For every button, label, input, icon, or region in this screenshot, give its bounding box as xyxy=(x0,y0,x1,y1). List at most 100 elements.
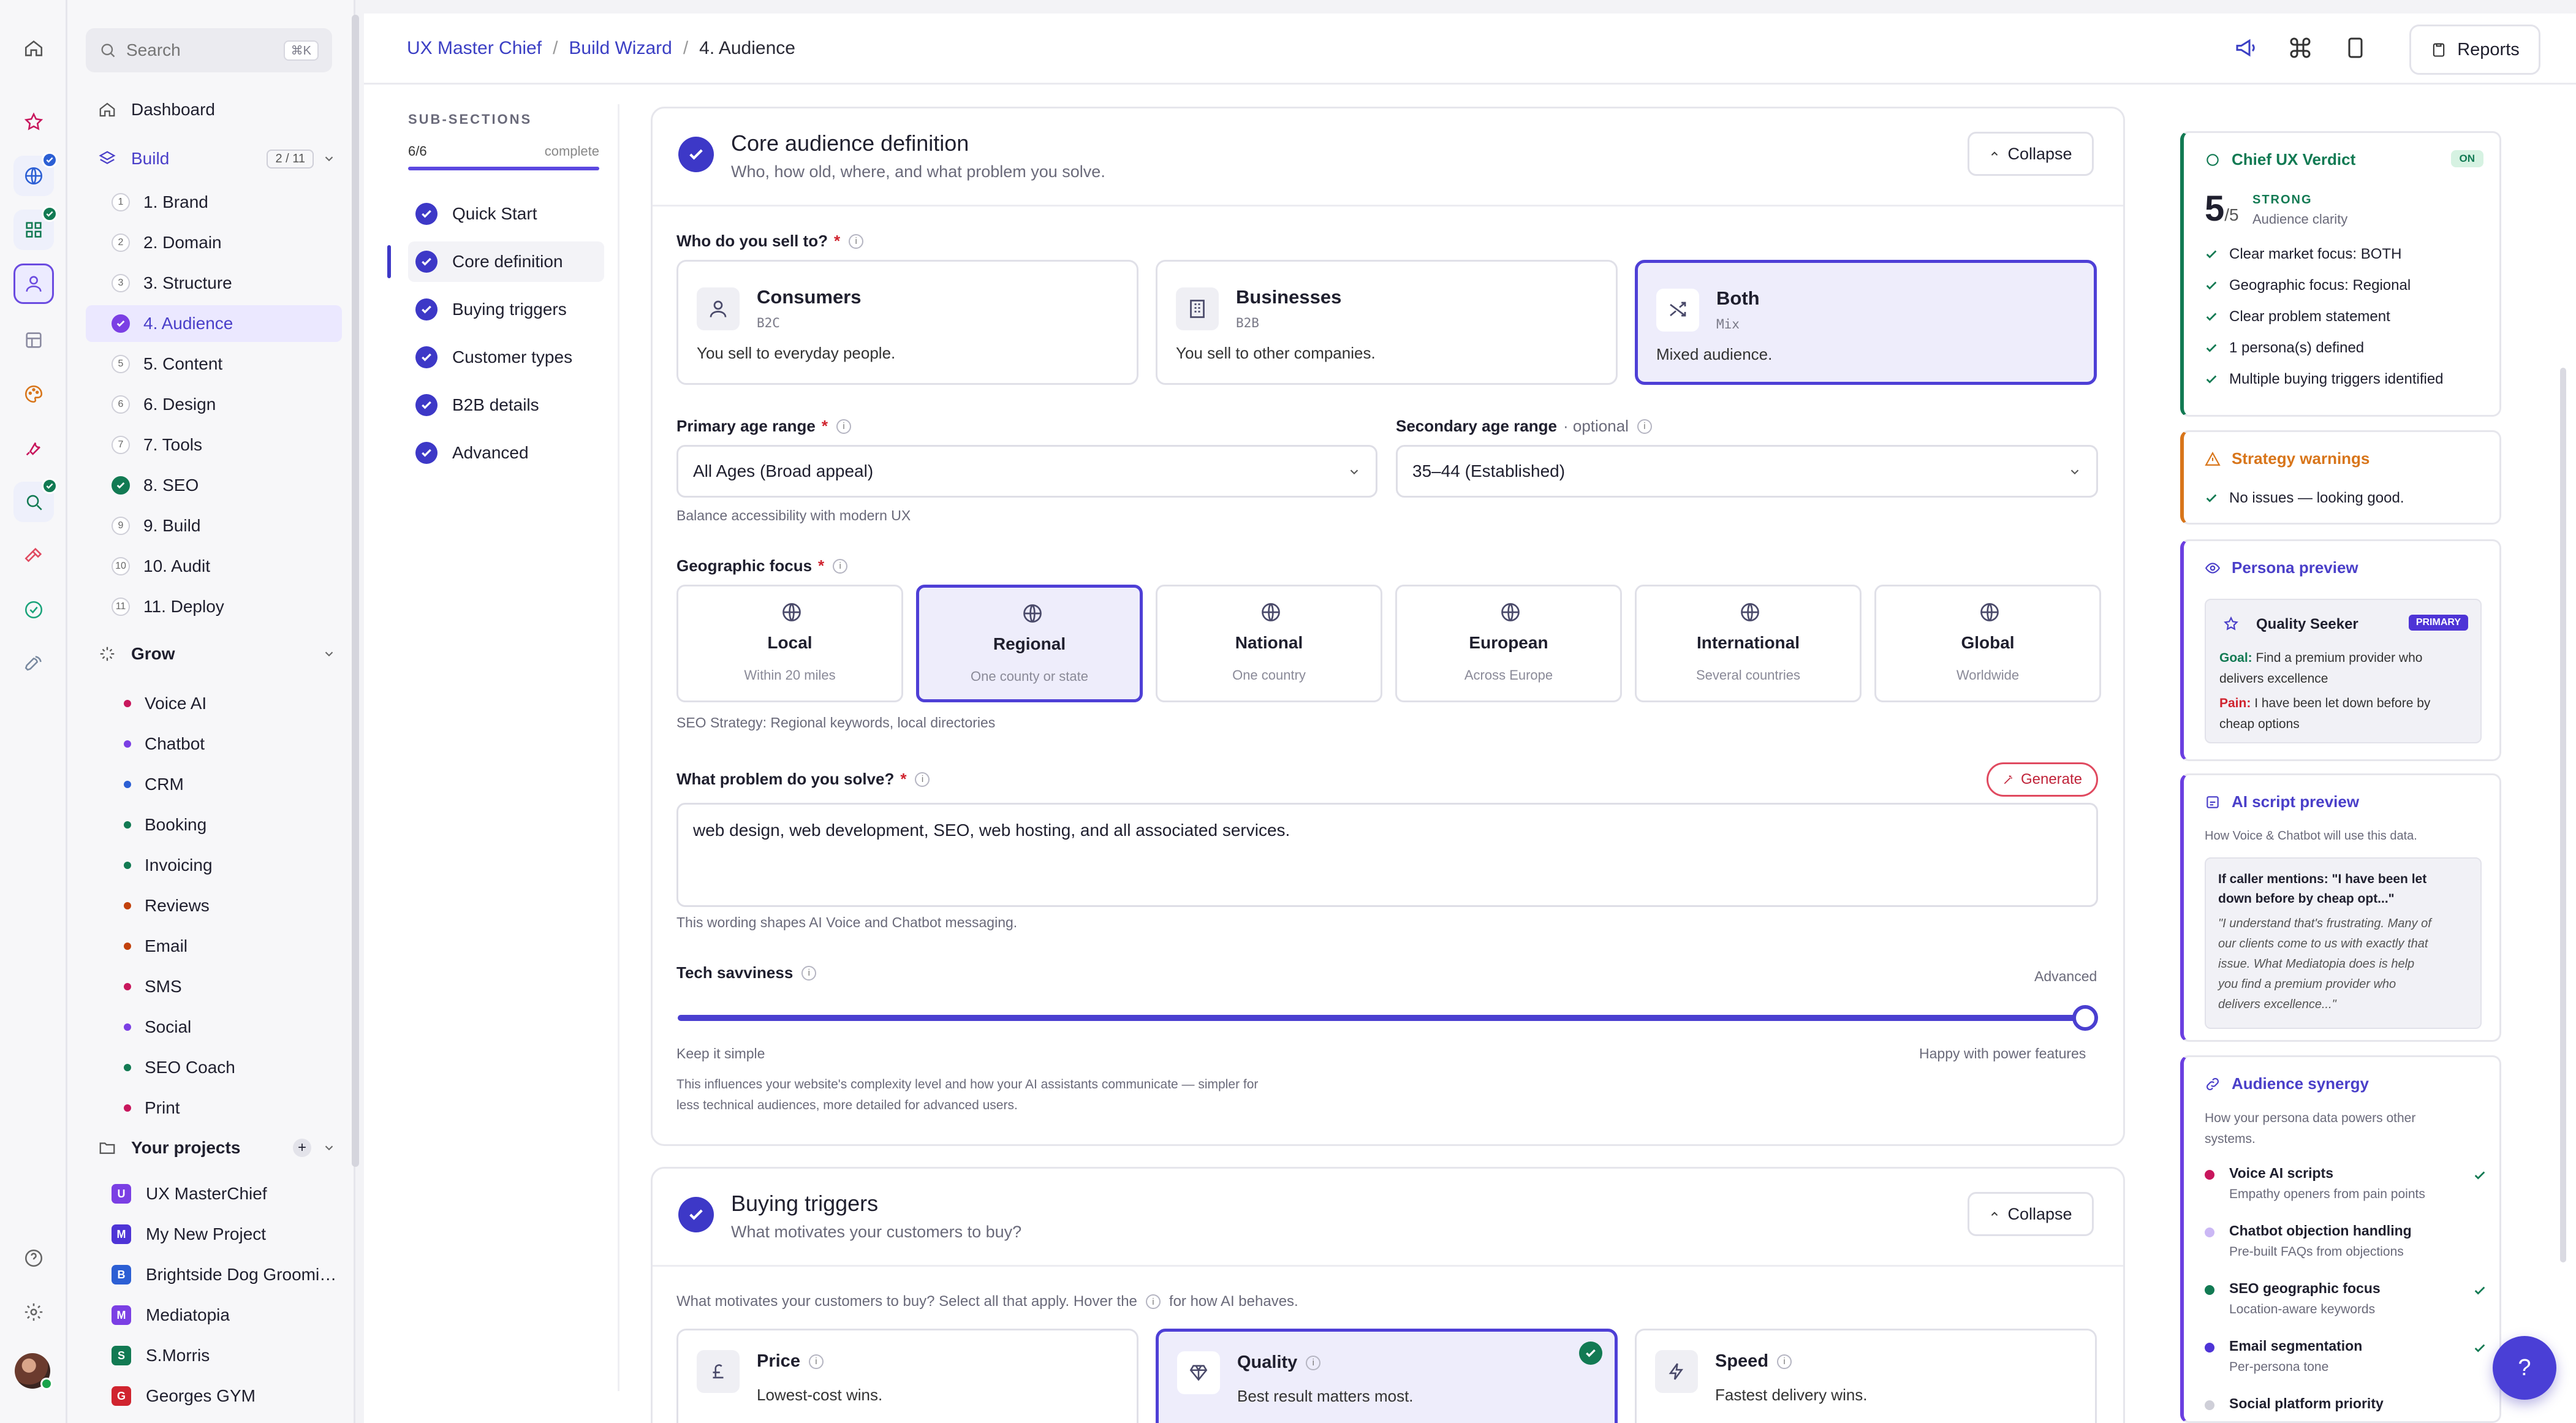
primary-age-select[interactable]: All Ages (Broad appeal) xyxy=(676,445,1377,498)
globe-icon[interactable] xyxy=(13,152,58,196)
trigger-option-price[interactable]: Price i Lowest-cost wins. xyxy=(676,1329,1138,1423)
nav-projects[interactable]: Your projects + xyxy=(86,1129,342,1167)
subsection-core-definition[interactable]: Core definition xyxy=(408,241,604,282)
subsection-b2b-details[interactable]: B2B details xyxy=(408,385,604,425)
build-step-audience[interactable]: 4. Audience xyxy=(86,305,342,342)
info-icon[interactable]: i xyxy=(915,772,930,787)
problem-textarea[interactable]: web design, web development, SEO, web ho… xyxy=(676,803,2098,907)
user-avatar[interactable] xyxy=(15,1353,53,1390)
build-step-structure[interactable]: 3 3. Structure xyxy=(86,265,342,302)
grow-item-booking[interactable]: Booking xyxy=(86,806,342,843)
grid-icon[interactable] xyxy=(13,206,58,250)
info-icon[interactable]: i xyxy=(1637,419,1652,434)
info-icon[interactable]: i xyxy=(849,233,864,249)
grow-item-print[interactable]: Print xyxy=(86,1090,342,1126)
subsection-quick-start[interactable]: Quick Start xyxy=(408,194,604,234)
geo-option-international[interactable]: International Several countries xyxy=(1635,585,1862,702)
grow-item-crm[interactable]: CRM xyxy=(86,766,342,803)
synergy-item[interactable]: Voice AI scripts Empathy openers from pai… xyxy=(2205,1165,2487,1214)
search-input[interactable] xyxy=(126,40,279,60)
breadcrumb-project[interactable]: UX Master Chief xyxy=(407,38,542,59)
mobile-device-icon[interactable] xyxy=(2343,36,2368,60)
chevron-down-icon[interactable] xyxy=(322,647,336,661)
grow-item-reviews[interactable]: Reviews xyxy=(86,887,342,924)
project-item[interactable]: M My New Project xyxy=(86,1216,342,1253)
sell-option-consumers[interactable]: Consumers B2C You sell to everyday peopl… xyxy=(676,260,1138,385)
grow-item-seo-coach[interactable]: SEO Coach xyxy=(86,1049,342,1086)
secondary-age-select[interactable]: 35–44 (Established) xyxy=(1396,445,2098,498)
subsection-customer-types[interactable]: Customer types xyxy=(408,337,604,378)
geo-option-local[interactable]: Local Within 20 miles xyxy=(676,585,903,702)
collapse-triggers-button[interactable]: Collapse xyxy=(1968,1192,2094,1236)
collapse-core-button[interactable]: Collapse xyxy=(1968,132,2094,176)
help-button[interactable]: ? xyxy=(2493,1336,2556,1400)
insights-scrollbar[interactable] xyxy=(2560,368,2566,1262)
home-icon[interactable] xyxy=(13,28,54,69)
grow-item-email[interactable]: Email xyxy=(86,928,342,965)
build-step-build[interactable]: 9 9. Build xyxy=(86,507,342,544)
info-icon[interactable]: i xyxy=(1777,1354,1792,1369)
search-seo-icon[interactable] xyxy=(13,478,58,522)
hammer-icon[interactable] xyxy=(13,536,54,576)
info-icon[interactable]: i xyxy=(801,965,817,981)
chevron-down-icon[interactable] xyxy=(322,1141,336,1155)
project-item[interactable]: U UX MasterChief xyxy=(86,1175,342,1212)
synergy-item[interactable]: Social platform priority xyxy=(2205,1395,2487,1421)
search-box[interactable]: ⌘K xyxy=(86,28,332,72)
palette-icon[interactable] xyxy=(13,374,54,414)
breadcrumb-wizard[interactable]: Build Wizard xyxy=(569,38,672,59)
build-step-content[interactable]: 5 5. Content xyxy=(86,346,342,382)
synergy-item[interactable]: Chatbot objection handling Pre-built FAQs… xyxy=(2205,1223,2487,1272)
user-icon[interactable] xyxy=(13,264,54,304)
build-step-domain[interactable]: 2 2. Domain xyxy=(86,224,342,261)
info-icon[interactable]: i xyxy=(833,558,848,574)
build-step-seo[interactable]: 8. SEO xyxy=(86,467,342,504)
grow-item-chatbot[interactable]: Chatbot xyxy=(86,726,342,762)
build-step-design[interactable]: 6 6. Design xyxy=(86,386,342,423)
triggers-card-header[interactable]: Buying triggers What motivates your cust… xyxy=(653,1169,2123,1267)
grow-item-invoicing[interactable]: Invoicing xyxy=(86,847,342,884)
project-item[interactable]: S S.Morris xyxy=(86,1337,342,1374)
sell-option-businesses[interactable]: Businesses B2B You sell to other compani… xyxy=(1156,260,1618,385)
geo-option-global[interactable]: Global Worldwide xyxy=(1874,585,2101,702)
trigger-option-speed[interactable]: Speed i Fastest delivery wins. xyxy=(1635,1329,2097,1423)
build-step-deploy[interactable]: 11 11. Deploy xyxy=(86,588,342,625)
project-item[interactable]: B Brightside Dog Groomi… xyxy=(86,1256,342,1293)
tech-slider-track[interactable] xyxy=(678,1015,2087,1021)
info-icon[interactable]: i xyxy=(1145,1294,1161,1309)
sell-option-both[interactable]: Both Mix Mixed audience. xyxy=(1635,260,2097,385)
geo-option-european[interactable]: European Across Europe xyxy=(1395,585,1622,702)
tech-slider-thumb[interactable] xyxy=(2072,1005,2098,1031)
star-icon[interactable] xyxy=(13,102,54,142)
reports-button[interactable]: Reports xyxy=(2409,25,2540,75)
nav-dashboard[interactable]: Dashboard xyxy=(86,91,342,129)
project-item[interactable]: M Mediatopia xyxy=(86,1297,342,1334)
synergy-item[interactable]: SEO geographic focus Location-aware keywo… xyxy=(2205,1280,2487,1329)
generate-button[interactable]: Generate xyxy=(1987,762,2098,797)
audit-icon[interactable] xyxy=(13,590,54,630)
tools-icon[interactable] xyxy=(13,428,54,468)
build-step-brand[interactable]: 1 1. Brand xyxy=(86,184,342,221)
core-card-header[interactable]: Core audience definition Who, how old, w… xyxy=(653,108,2123,207)
settings-gear-icon[interactable] xyxy=(13,1292,54,1332)
grow-item-social[interactable]: Social xyxy=(86,1009,342,1045)
geo-option-regional[interactable]: Regional One county or state xyxy=(916,585,1143,702)
persona-box[interactable]: Quality Seeker PRIMARY Goal: Find a prem… xyxy=(2205,599,2482,743)
command-icon[interactable] xyxy=(2288,36,2313,60)
sidebar-scrollbar[interactable] xyxy=(352,15,359,1167)
info-icon[interactable]: i xyxy=(836,419,852,434)
chevron-down-icon[interactable] xyxy=(322,152,336,165)
nav-grow[interactable]: Grow xyxy=(86,635,342,673)
geo-option-national[interactable]: National One country xyxy=(1156,585,1382,702)
build-step-audit[interactable]: 10 10. Audit xyxy=(86,548,342,585)
nav-build[interactable]: Build 2 / 11 xyxy=(86,140,342,178)
build-step-tools[interactable]: 7 7. Tools xyxy=(86,427,342,463)
subsection-advanced[interactable]: Advanced xyxy=(408,433,604,473)
add-project-button[interactable]: + xyxy=(293,1139,311,1157)
grow-item-sms[interactable]: SMS xyxy=(86,968,342,1005)
info-icon[interactable]: i xyxy=(808,1354,824,1369)
grow-item-voice-ai[interactable]: Voice AI xyxy=(86,685,342,722)
subsection-buying-triggers[interactable]: Buying triggers xyxy=(408,289,604,330)
help-circle-icon[interactable] xyxy=(13,1238,54,1278)
rocket-icon[interactable] xyxy=(13,643,54,684)
